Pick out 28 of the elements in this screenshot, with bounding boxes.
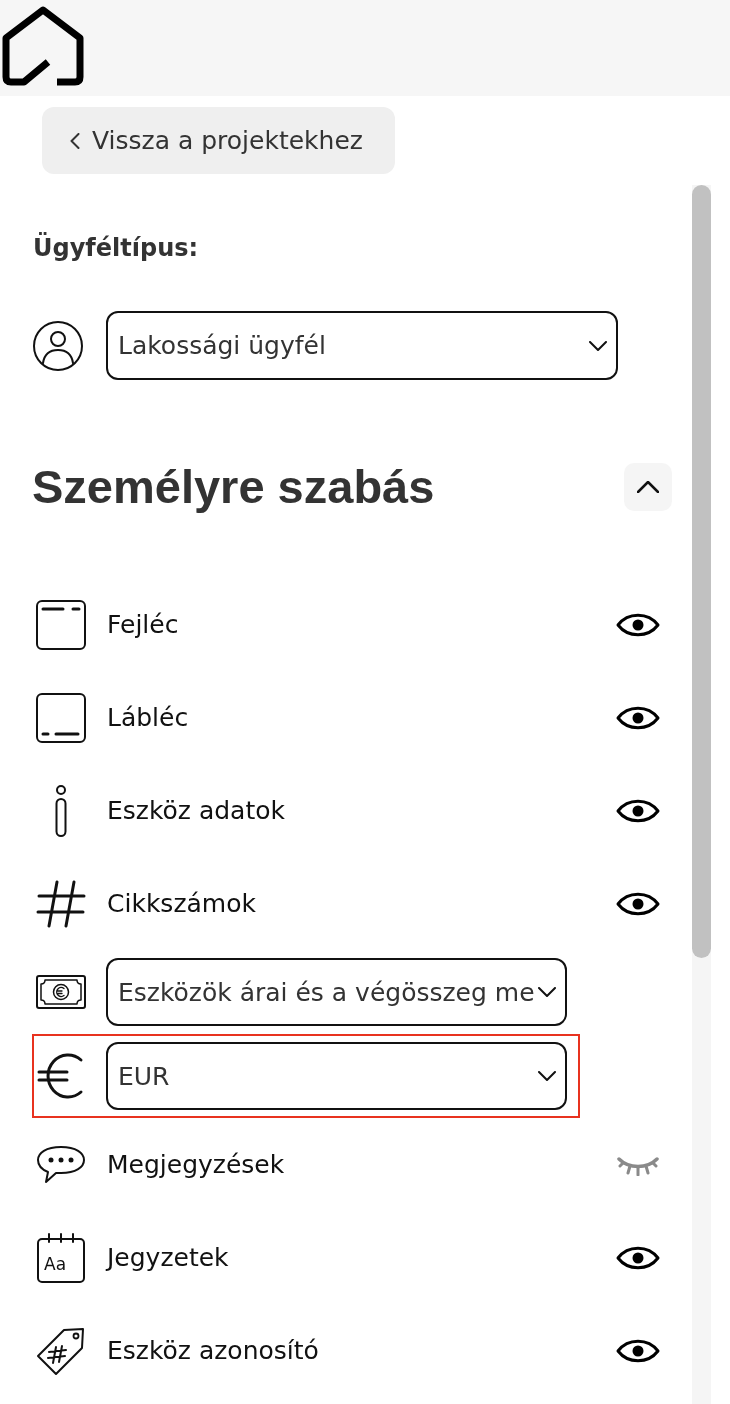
section-title: Személyre szabás xyxy=(32,459,435,515)
chevron-down-icon xyxy=(589,340,607,351)
customer-type-select[interactable]: Lakossági ügyfél xyxy=(106,311,618,380)
select-field[interactable]: Eszközök árai és a végösszeg me xyxy=(106,958,567,1026)
chevron-left-icon xyxy=(70,132,80,149)
tag-icon xyxy=(36,1325,86,1376)
item-label: Megjegyzések xyxy=(107,1148,286,1181)
chevron-down-icon xyxy=(538,987,556,997)
hashtag-icon xyxy=(36,879,86,928)
field-label: Ügyféltípus: xyxy=(32,233,200,263)
user-icon xyxy=(33,320,83,371)
item-label: Eszköz azonosító xyxy=(107,1334,320,1367)
collapse-button[interactable] xyxy=(624,463,672,511)
banknote-icon xyxy=(36,975,86,1009)
item-label: Jegyzetek xyxy=(107,1241,230,1274)
scrollbar-thumb[interactable] xyxy=(692,185,711,958)
info-icon xyxy=(55,784,67,837)
item-label: Eszköz adatok xyxy=(107,794,286,827)
speech-bubble-icon xyxy=(36,1144,86,1185)
back-button[interactable]: Vissza a projektekhez xyxy=(42,107,395,174)
select-field[interactable]: EUR xyxy=(106,1042,567,1110)
item-label: Cikkszámok xyxy=(107,887,257,920)
page-header-icon xyxy=(36,599,86,650)
house-logo-icon[interactable] xyxy=(2,6,84,86)
item-label: Lábléc xyxy=(107,701,190,734)
chevron-down-icon xyxy=(538,1071,556,1081)
item-label: Fejléc xyxy=(107,608,180,641)
page-footer-icon xyxy=(36,692,86,743)
